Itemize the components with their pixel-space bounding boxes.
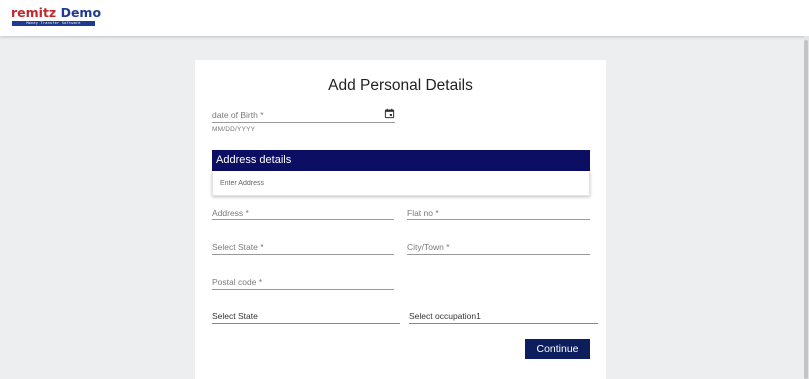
state-dropdown[interactable]: Select State: [212, 311, 400, 324]
address-section-header: Address details: [212, 150, 590, 171]
brand-name-part2: Demo: [60, 5, 102, 20]
flat-no-field[interactable]: Flat no *: [407, 208, 590, 220]
dob-label: date of Birth *: [212, 110, 264, 120]
city-label: City/Town *: [407, 242, 450, 252]
address-field[interactable]: Address *: [212, 208, 394, 220]
brand-name: remitz Demo: [11, 5, 101, 20]
scrollbar-thumb[interactable]: [804, 40, 808, 379]
city-underline: [407, 254, 590, 255]
occupation-dropdown-label: Select occupation1: [409, 311, 481, 321]
personal-details-card: Add Personal Details date of Birth * MM/…: [195, 60, 606, 379]
brand-name-part1: remitz: [11, 5, 57, 20]
state-dropdown-underline: [212, 323, 400, 324]
flat-no-underline: [407, 219, 590, 220]
postal-code-label: Postal code *: [212, 277, 263, 287]
occupation-dropdown-underline: [409, 323, 598, 324]
state-select[interactable]: Select State *: [212, 242, 394, 255]
dob-underline: [212, 122, 395, 123]
continue-button[interactable]: Continue: [525, 339, 590, 359]
address-search-input[interactable]: [220, 171, 580, 196]
page-title: Add Personal Details: [328, 77, 473, 94]
city-field[interactable]: City/Town *: [407, 242, 590, 255]
top-navbar: remitz Demo Money Transfer Software: [0, 0, 809, 36]
occupation-dropdown[interactable]: Select occupation1: [409, 311, 598, 324]
dob-field[interactable]: date of Birth *: [212, 108, 395, 123]
calendar-icon[interactable]: [384, 108, 395, 119]
brand-logo[interactable]: remitz Demo Money Transfer Software: [11, 5, 101, 27]
brand-tagline: Money Transfer Software: [12, 21, 95, 26]
state-select-label: Select State *: [212, 242, 264, 252]
flat-no-label: Flat no *: [407, 208, 439, 218]
dob-format-hint: MM/DD/YYYY: [212, 126, 256, 133]
state-select-underline: [212, 254, 394, 255]
address-underline: [212, 219, 394, 220]
state-dropdown-label: Select State: [212, 311, 258, 321]
address-search-box: [212, 171, 590, 196]
postal-code-field[interactable]: Postal code *: [212, 277, 394, 290]
postal-code-underline: [212, 289, 394, 290]
address-label: Address *: [212, 208, 249, 218]
